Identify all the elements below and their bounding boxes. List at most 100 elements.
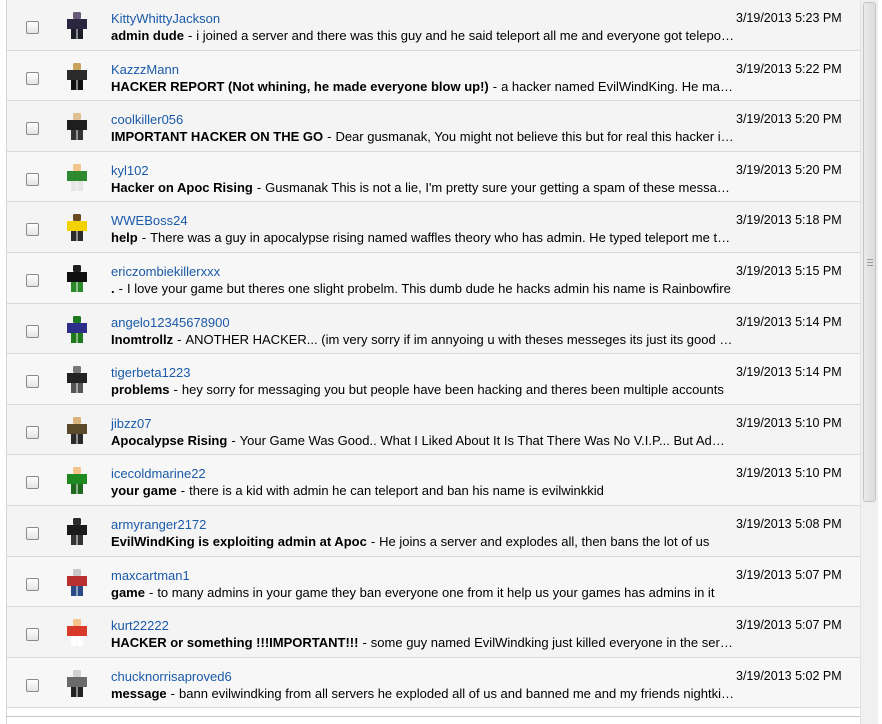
sender-link[interactable]: maxcartman1 <box>111 568 190 583</box>
sender-link[interactable]: jibzz07 <box>111 416 151 431</box>
message-date: 3/19/2013 5:18 PM <box>736 213 842 228</box>
message-summary[interactable]: game - to many admins in your game they ba… <box>111 585 735 600</box>
sender-link[interactable]: icecoldmarine22 <box>111 466 206 481</box>
message-row[interactable]: WWEBoss24 help - There was a guy in apocaly… <box>7 202 860 253</box>
message-summary[interactable]: Hacker on Apoc Rising - Gusmanak This is n… <box>111 180 735 195</box>
message-subject[interactable]: HACKER or something !!!IMPORTANT!!! <box>111 635 358 650</box>
message-subject[interactable]: Apocalypse Rising <box>111 433 227 448</box>
sender-link[interactable]: ericzombiekillerxxx <box>111 264 220 279</box>
message-subject[interactable]: message <box>111 686 167 701</box>
sender-avatar-icon[interactable] <box>63 416 91 446</box>
message-row[interactable]: chucknorrisaproved6 message - bann evilwind… <box>7 657 860 709</box>
message-subject[interactable]: game <box>111 585 145 600</box>
message-row[interactable]: armyranger2172 EvilWindKing is exploiting… <box>7 505 860 557</box>
select-checkbox[interactable] <box>26 678 39 692</box>
sender-link[interactable]: coolkiller056 <box>111 112 183 127</box>
subject-separator: - <box>492 78 498 94</box>
subject-separator: - <box>187 28 193 43</box>
sender-avatar-icon[interactable] <box>63 466 91 496</box>
subject-separator: - <box>141 230 147 246</box>
sender-avatar-icon[interactable] <box>63 315 91 345</box>
sender-link[interactable]: chucknorrisaproved6 <box>111 669 232 684</box>
subject-separator: - <box>327 129 332 145</box>
message-date: 3/19/2013 5:10 PM <box>736 415 842 430</box>
sender-link[interactable]: angelo12345678900 <box>111 315 230 330</box>
sender-link[interactable]: kyl102 <box>111 163 149 178</box>
sender-avatar-icon[interactable] <box>63 163 91 193</box>
select-checkbox[interactable] <box>26 71 39 85</box>
message-preview: hey sorry for messaging you but people h… <box>181 382 724 398</box>
message-row[interactable]: coolkiller056 IMPORTANT HACKER ON THE GO -… <box>7 101 860 152</box>
message-summary[interactable]: admin dude - i joined a server and there w… <box>111 28 735 43</box>
message-subject[interactable]: Inomtrollz <box>111 332 173 347</box>
sender-link[interactable]: KittyWhittyJackson <box>111 11 220 26</box>
scrollbar-thumb[interactable] <box>863 2 876 502</box>
sender-avatar-icon[interactable] <box>63 62 91 92</box>
message-date: 3/19/2013 5:02 PM <box>736 668 842 683</box>
message-summary[interactable]: problems - hey sorry for messaging you but… <box>111 382 735 397</box>
message-row[interactable]: KazzzMann HACKER REPORT (Not whining, he … <box>7 50 860 102</box>
message-summary[interactable]: Inomtrollz - ANOTHER HACKER... (im very so… <box>111 332 735 347</box>
message-subject[interactable]: HACKER REPORT (Not whining, he made ever… <box>111 79 489 94</box>
sender-avatar-icon[interactable] <box>63 568 91 598</box>
vertical-scrollbar[interactable] <box>860 0 878 724</box>
select-checkbox[interactable] <box>26 122 39 136</box>
select-checkbox[interactable] <box>26 375 39 389</box>
sender-link[interactable]: tigerbeta1223 <box>111 365 191 380</box>
message-date: 3/19/2013 5:23 PM <box>736 11 842 25</box>
select-checkbox[interactable] <box>26 21 39 34</box>
sender-avatar-icon[interactable] <box>63 112 91 142</box>
message-summary[interactable]: HACKER or something !!!IMPORTANT!!! - some… <box>111 635 735 650</box>
sender-avatar-icon[interactable] <box>63 264 91 294</box>
sender-avatar-icon[interactable] <box>63 618 91 648</box>
message-row[interactable]: icecoldmarine22 your game - there is a kid … <box>7 455 860 506</box>
sender-avatar-icon[interactable] <box>63 669 91 699</box>
select-checkbox[interactable] <box>26 273 39 287</box>
message-row[interactable]: ericzombiekillerxxx . - I love your game bu… <box>7 252 860 304</box>
message-preview: There was a guy in apocalypse rising nam… <box>150 230 735 246</box>
message-summary[interactable]: Apocalypse Rising - Your Game Was Good.. W… <box>111 433 735 448</box>
select-checkbox[interactable] <box>26 172 39 186</box>
message-subject[interactable]: admin dude <box>111 28 184 43</box>
message-preview: a hacker named EvilWindKing. He made eve… <box>501 78 735 94</box>
sender-avatar-icon[interactable] <box>63 11 91 41</box>
select-checkbox[interactable] <box>26 577 39 591</box>
sender-link[interactable]: KazzzMann <box>111 62 179 77</box>
message-preview: I love your game but theres one slight p… <box>126 280 731 296</box>
sender-avatar-icon[interactable] <box>63 365 91 395</box>
message-summary[interactable]: your game - there is a kid with admin he c… <box>111 483 735 498</box>
message-summary[interactable]: .-I love your game but theres one slight… <box>111 281 735 296</box>
message-summary[interactable]: help - There was a guy in apocalypse risin… <box>111 230 735 245</box>
message-summary[interactable]: message - bann evilwindking from all serve… <box>111 686 735 701</box>
select-checkbox[interactable] <box>26 628 39 642</box>
select-checkbox[interactable] <box>26 324 39 338</box>
message-subject[interactable]: problems <box>111 382 170 397</box>
select-checkbox[interactable] <box>26 476 39 490</box>
message-subject[interactable]: EvilWindKing is exploiting admin at Apoc <box>111 534 367 549</box>
message-row[interactable]: maxcartman1 game - to many admins in your g… <box>7 556 860 608</box>
message-row[interactable]: kyl102 Hacker on Apoc Rising - Gusmanak Thi… <box>7 151 860 203</box>
message-row[interactable]: tigerbeta1223 problems - hey sorry for mess… <box>7 354 860 405</box>
message-date: 3/19/2013 5:14 PM <box>736 314 842 329</box>
message-summary[interactable]: HACKER REPORT (Not whining, he made ever… <box>111 79 735 94</box>
sender-link[interactable]: armyranger2172 <box>111 517 206 532</box>
message-subject[interactable]: your game <box>111 483 177 498</box>
sender-avatar-icon[interactable] <box>63 213 91 243</box>
message-preview: there is a kid with admin he can telepor… <box>189 483 604 499</box>
message-row[interactable]: KittyWhittyJackson admin dude - i joined a … <box>7 0 860 51</box>
message-preview: He joins a server and explodes all, then… <box>379 533 710 549</box>
message-summary[interactable]: IMPORTANT HACKER ON THE GO - Dear gusmanak… <box>111 129 735 144</box>
message-summary[interactable]: EvilWindKing is exploiting admin at Apoc… <box>111 534 735 549</box>
message-subject[interactable]: IMPORTANT HACKER ON THE GO <box>111 129 323 144</box>
message-row[interactable]: jibzz07 Apocalypse Rising - Your Game Was G… <box>7 404 860 456</box>
message-subject[interactable]: help <box>111 230 138 245</box>
sender-avatar-icon[interactable] <box>63 517 91 547</box>
message-subject[interactable]: Hacker on Apoc Rising <box>111 180 253 195</box>
select-checkbox[interactable] <box>26 223 39 237</box>
message-row[interactable]: angelo12345678900 Inomtrollz - ANOTHER HACK… <box>7 303 860 355</box>
sender-link[interactable]: WWEBoss24 <box>111 213 188 228</box>
message-row[interactable]: kurt22222 HACKER or something !!!IMPORTAN… <box>7 607 860 658</box>
sender-link[interactable]: kurt22222 <box>111 618 169 633</box>
select-checkbox[interactable] <box>26 526 39 540</box>
select-checkbox[interactable] <box>26 425 39 439</box>
